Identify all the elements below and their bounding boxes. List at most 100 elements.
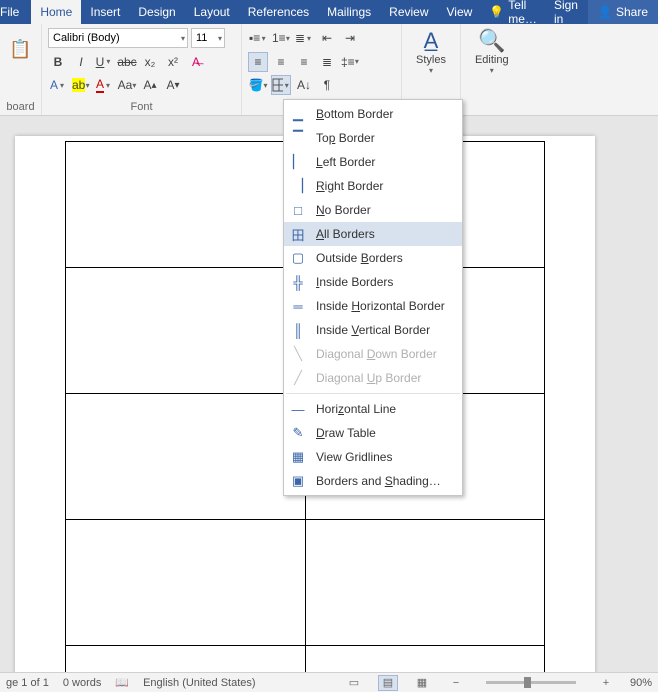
menu-item-right-border[interactable]: ▕Right Border xyxy=(284,174,462,198)
menu-item-all-borders[interactable]: 田All Borders xyxy=(284,222,462,246)
border-option-icon: ╬ xyxy=(290,274,306,290)
tab-references[interactable]: References xyxy=(239,0,318,24)
chevron-down-icon: ▾ xyxy=(488,66,496,75)
menu-item-top-border[interactable]: ▔Top Border xyxy=(284,126,462,150)
tab-file[interactable]: File xyxy=(0,0,31,24)
tab-layout[interactable]: Layout xyxy=(185,0,239,24)
status-word-count[interactable]: 0 words xyxy=(63,677,102,689)
table-row[interactable] xyxy=(66,520,545,646)
menu-item-outside-borders[interactable]: ▢Outside Borders xyxy=(284,246,462,270)
menu-item-label: All Borders xyxy=(316,227,375,241)
line-spacing-button[interactable]: ‡≡▾ xyxy=(340,52,360,72)
chevron-down-icon: ▾ xyxy=(179,34,187,43)
menu-item-draw-table[interactable]: ✎Draw Table xyxy=(284,421,462,445)
ribbon-tabs: File Home Insert Design Layout Reference… xyxy=(0,0,658,24)
chevron-down-icon: ▾ xyxy=(427,66,435,75)
align-center-button[interactable]: ≡ xyxy=(271,52,291,72)
styles-button[interactable]: A̲ Styles ▾ xyxy=(408,28,454,75)
menu-item-label: Diagonal Down Border xyxy=(316,347,437,361)
borders-button[interactable]: ▾ xyxy=(271,75,291,95)
menu-item-label: Draw Table xyxy=(316,426,376,440)
menu-item-bottom-border[interactable]: ▁ Bottom Border xyxy=(284,102,462,126)
group-label-font: Font xyxy=(48,99,235,113)
border-option-icon: ▁ xyxy=(290,106,306,122)
menu-item-inside-horizontal-border[interactable]: ═Inside Horizontal Border xyxy=(284,294,462,318)
menu-item-inside-borders[interactable]: ╬ Inside Borders xyxy=(284,270,462,294)
increase-indent-button[interactable]: ⇥ xyxy=(340,28,360,48)
status-page[interactable]: ge 1 of 1 xyxy=(6,677,49,689)
font-name-combo[interactable]: Calibri (Body)▾ xyxy=(48,28,188,48)
menu-item-no-border[interactable]: □No Border xyxy=(284,198,462,222)
align-left-button[interactable]: ≡ xyxy=(248,52,268,72)
decrease-indent-button[interactable]: ⇤ xyxy=(317,28,337,48)
menu-item-view-gridlines[interactable]: ▦ View Gridlines xyxy=(284,445,462,469)
grow-font-button[interactable]: A▴ xyxy=(140,75,160,95)
status-proofing-icon[interactable]: 📖 xyxy=(115,676,129,689)
change-case-button[interactable]: Aa▾ xyxy=(117,75,137,95)
menu-item-diagonal-down-border: ╲Diagonal Down Border xyxy=(284,342,462,366)
tab-home[interactable]: Home xyxy=(31,0,81,24)
tell-me-label: Tell me… xyxy=(508,0,537,26)
view-web-layout[interactable]: ▦ xyxy=(412,675,432,691)
menu-item-label: Right Border xyxy=(316,179,383,193)
bold-button[interactable]: B xyxy=(48,52,68,72)
zoom-slider[interactable] xyxy=(486,681,576,684)
tab-mailings[interactable]: Mailings xyxy=(318,0,380,24)
lightbulb-icon: 💡 xyxy=(489,5,504,19)
chevron-down-icon: ▾ xyxy=(216,34,224,43)
tab-design[interactable]: Design xyxy=(129,0,184,24)
borders-dropdown-menu: ▁ Bottom Border ▔Top Border▏Left Border▕Ri… xyxy=(283,99,463,496)
zoom-in-button[interactable]: + xyxy=(596,675,616,691)
editing-button[interactable]: 🔍 Editing ▾ xyxy=(467,28,517,75)
tab-review[interactable]: Review xyxy=(380,0,437,24)
shading-button[interactable]: 🪣▾ xyxy=(248,75,268,95)
bullets-button[interactable]: ▪≡▾ xyxy=(248,28,268,48)
tell-me[interactable]: 💡 Tell me… xyxy=(481,0,545,24)
underline-button[interactable]: U▾ xyxy=(94,52,114,72)
menu-item-left-border[interactable]: ▏Left Border xyxy=(284,150,462,174)
shrink-font-button[interactable]: A▾ xyxy=(163,75,183,95)
menu-item-label: Inside Vertical Border xyxy=(316,323,430,337)
menu-item-label: Bottom Border xyxy=(316,107,393,121)
font-size-combo[interactable]: 11 ▾ xyxy=(191,28,225,48)
strikethrough-button[interactable]: abc xyxy=(117,52,137,72)
menu-item-horizontal-line[interactable]: —Horizontal Line xyxy=(284,397,462,421)
font-color-button[interactable]: A▾ xyxy=(94,75,114,95)
show-marks-button[interactable]: ¶ xyxy=(317,75,337,95)
menu-item-label: Top Border xyxy=(316,131,375,145)
tab-view[interactable]: View xyxy=(438,0,482,24)
align-right-button[interactable]: ≡ xyxy=(294,52,314,72)
menu-item-label: Horizontal Line xyxy=(316,402,396,416)
share-button[interactable]: 👤 Share xyxy=(588,0,658,24)
table-row[interactable] xyxy=(66,646,545,673)
zoom-level[interactable]: 90% xyxy=(630,677,652,689)
signin-link[interactable]: Sign in xyxy=(545,0,588,24)
justify-button[interactable]: ≣ xyxy=(317,52,337,72)
clear-formatting-button[interactable]: A̶ xyxy=(186,52,206,72)
zoom-out-button[interactable]: − xyxy=(446,675,466,691)
border-option-icon: ▦ xyxy=(290,449,306,465)
multilevel-button[interactable]: ≣▾ xyxy=(294,28,314,48)
text-effects-button[interactable]: A▾ xyxy=(48,75,68,95)
editing-label: Editing xyxy=(475,54,509,66)
menu-item-label: Diagonal Up Border xyxy=(316,371,421,385)
menu-item-inside-vertical-border[interactable]: ║Inside Vertical Border xyxy=(284,318,462,342)
menu-item-label: Left Border xyxy=(316,155,375,169)
menu-item-label: View Gridlines xyxy=(316,450,392,464)
superscript-button[interactable]: x² xyxy=(163,52,183,72)
subscript-button[interactable]: x₂ xyxy=(140,52,160,72)
status-language[interactable]: English (United States) xyxy=(143,677,256,689)
italic-button[interactable]: I xyxy=(71,52,91,72)
menu-item-label: No Border xyxy=(316,203,371,217)
menu-item-label: Inside Borders xyxy=(316,275,393,289)
view-read-mode[interactable]: ▭ xyxy=(344,675,364,691)
numbering-button[interactable]: 1≡▾ xyxy=(271,28,291,48)
font-size-value: 11 xyxy=(196,32,207,44)
menu-item-borders-and-shading[interactable]: ▣Borders and Shading… xyxy=(284,469,462,493)
highlight-button[interactable]: ab▾ xyxy=(71,75,91,95)
zoom-thumb[interactable] xyxy=(524,677,531,688)
view-print-layout[interactable]: ▤ xyxy=(378,675,398,691)
sort-button[interactable]: A↓ xyxy=(294,75,314,95)
paste-button[interactable]: 📋 xyxy=(6,28,35,70)
tab-insert[interactable]: Insert xyxy=(81,0,129,24)
